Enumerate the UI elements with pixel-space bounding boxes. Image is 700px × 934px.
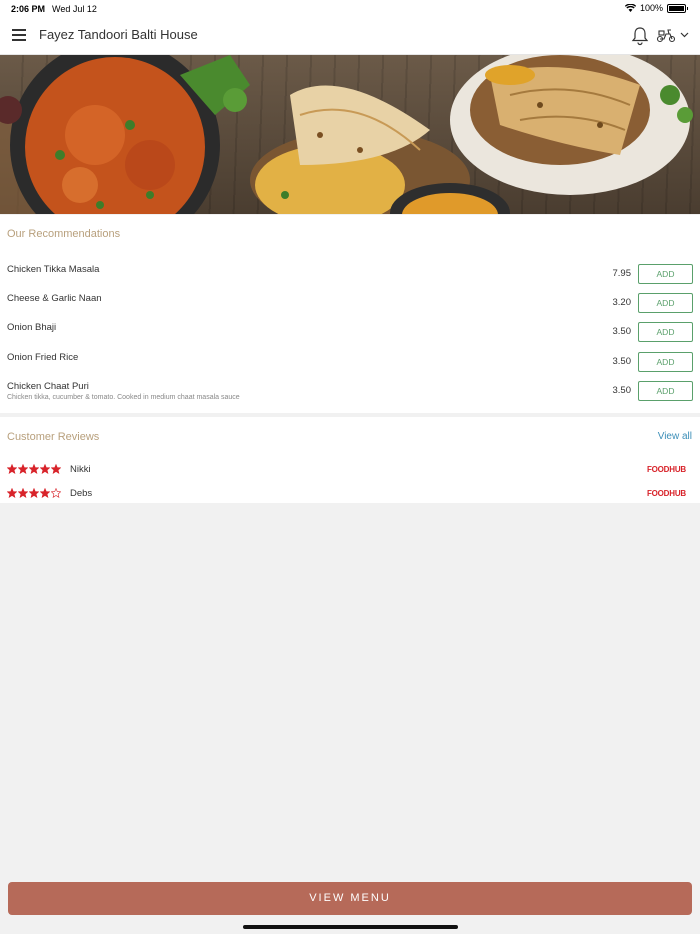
foodhub-logo: FOODHUB bbox=[646, 465, 686, 474]
restaurant-title: Fayez Tandoori Balti House bbox=[39, 27, 198, 42]
reviews-section: Customer Reviews View all Nikki FOODHUB … bbox=[0, 417, 700, 503]
food-illustration bbox=[0, 55, 693, 214]
item-name: Chicken Tikka Masala bbox=[7, 264, 100, 275]
battery-percent: 100% bbox=[639, 3, 663, 13]
recommendations-title: Our Recommendations bbox=[7, 228, 121, 240]
item-name: Cheese & Garlic Naan bbox=[7, 293, 102, 304]
bell-icon[interactable] bbox=[631, 26, 649, 46]
status-time: 2:06 PM bbox=[11, 4, 46, 14]
reviews-title: Customer Reviews bbox=[7, 431, 100, 443]
status-indicators: 100% bbox=[624, 3, 688, 13]
star-empty-icon bbox=[51, 488, 61, 498]
star-filled-icon bbox=[18, 488, 28, 498]
recommendation-item: Chicken Chaat Puri Chicken tikka, cucumb… bbox=[0, 381, 700, 409]
recommendation-item: Chicken Tikka Masala 7.95 ADD bbox=[0, 264, 700, 292]
view-menu-button[interactable]: VIEW MENU bbox=[8, 882, 692, 915]
view-all-link[interactable]: View all bbox=[658, 431, 692, 442]
star-filled-icon bbox=[51, 464, 61, 474]
wifi-icon bbox=[624, 4, 636, 12]
battery-nub bbox=[687, 6, 688, 10]
recommendations-section: Our Recommendations Chicken Tikka Masala… bbox=[0, 215, 700, 413]
chevron-down-icon[interactable] bbox=[680, 31, 689, 39]
review-row: Debs FOODHUB bbox=[0, 488, 700, 504]
star-filled-icon bbox=[40, 464, 50, 474]
add-button[interactable]: ADD bbox=[638, 322, 693, 342]
star-filled-icon bbox=[7, 488, 17, 498]
foodhub-logo: FOODHUB bbox=[646, 489, 686, 498]
hamburger-icon[interactable] bbox=[12, 29, 26, 41]
reviewer-name: Debs bbox=[70, 488, 93, 499]
battery-icon bbox=[667, 3, 686, 13]
star-filled-icon bbox=[40, 488, 50, 498]
add-button[interactable]: ADD bbox=[638, 293, 693, 313]
review-row: Nikki FOODHUB bbox=[0, 464, 700, 480]
item-price: 3.50 bbox=[612, 385, 632, 396]
item-price: 3.50 bbox=[612, 356, 632, 367]
star-filled-icon bbox=[7, 464, 17, 474]
add-button[interactable]: ADD bbox=[638, 352, 693, 372]
item-name: Chicken Chaat Puri bbox=[7, 381, 89, 392]
home-indicator bbox=[243, 925, 458, 929]
add-button[interactable]: ADD bbox=[638, 381, 693, 401]
item-price: 3.20 bbox=[612, 297, 632, 308]
item-description: Chicken tikka, cucumber & tomato. Cooked… bbox=[7, 394, 240, 401]
rating-stars bbox=[7, 464, 61, 474]
rating-stars bbox=[7, 488, 61, 498]
add-button[interactable]: ADD bbox=[638, 264, 693, 284]
recommendation-item: Cheese & Garlic Naan 3.20 ADD bbox=[0, 293, 700, 321]
item-name: Onion Fried Rice bbox=[7, 352, 79, 363]
item-price: 3.50 bbox=[612, 326, 632, 337]
star-filled-icon bbox=[29, 488, 39, 498]
recommendation-item: Onion Fried Rice 3.50 ADD bbox=[0, 352, 700, 380]
status-bar: 2:06 PM Wed Jul 12 100% bbox=[0, 0, 700, 17]
recommendation-item: Onion Bhaji 3.50 ADD bbox=[0, 322, 700, 350]
status-date: Wed Jul 12 bbox=[52, 4, 97, 14]
hero-food-image bbox=[0, 55, 700, 214]
scooter-icon[interactable] bbox=[656, 27, 676, 43]
star-filled-icon bbox=[29, 464, 39, 474]
star-filled-icon bbox=[18, 464, 28, 474]
app-header: Fayez Tandoori Balti House bbox=[0, 17, 700, 55]
item-name: Onion Bhaji bbox=[7, 322, 57, 333]
item-price: 7.95 bbox=[612, 268, 632, 279]
reviewer-name: Nikki bbox=[70, 464, 91, 475]
